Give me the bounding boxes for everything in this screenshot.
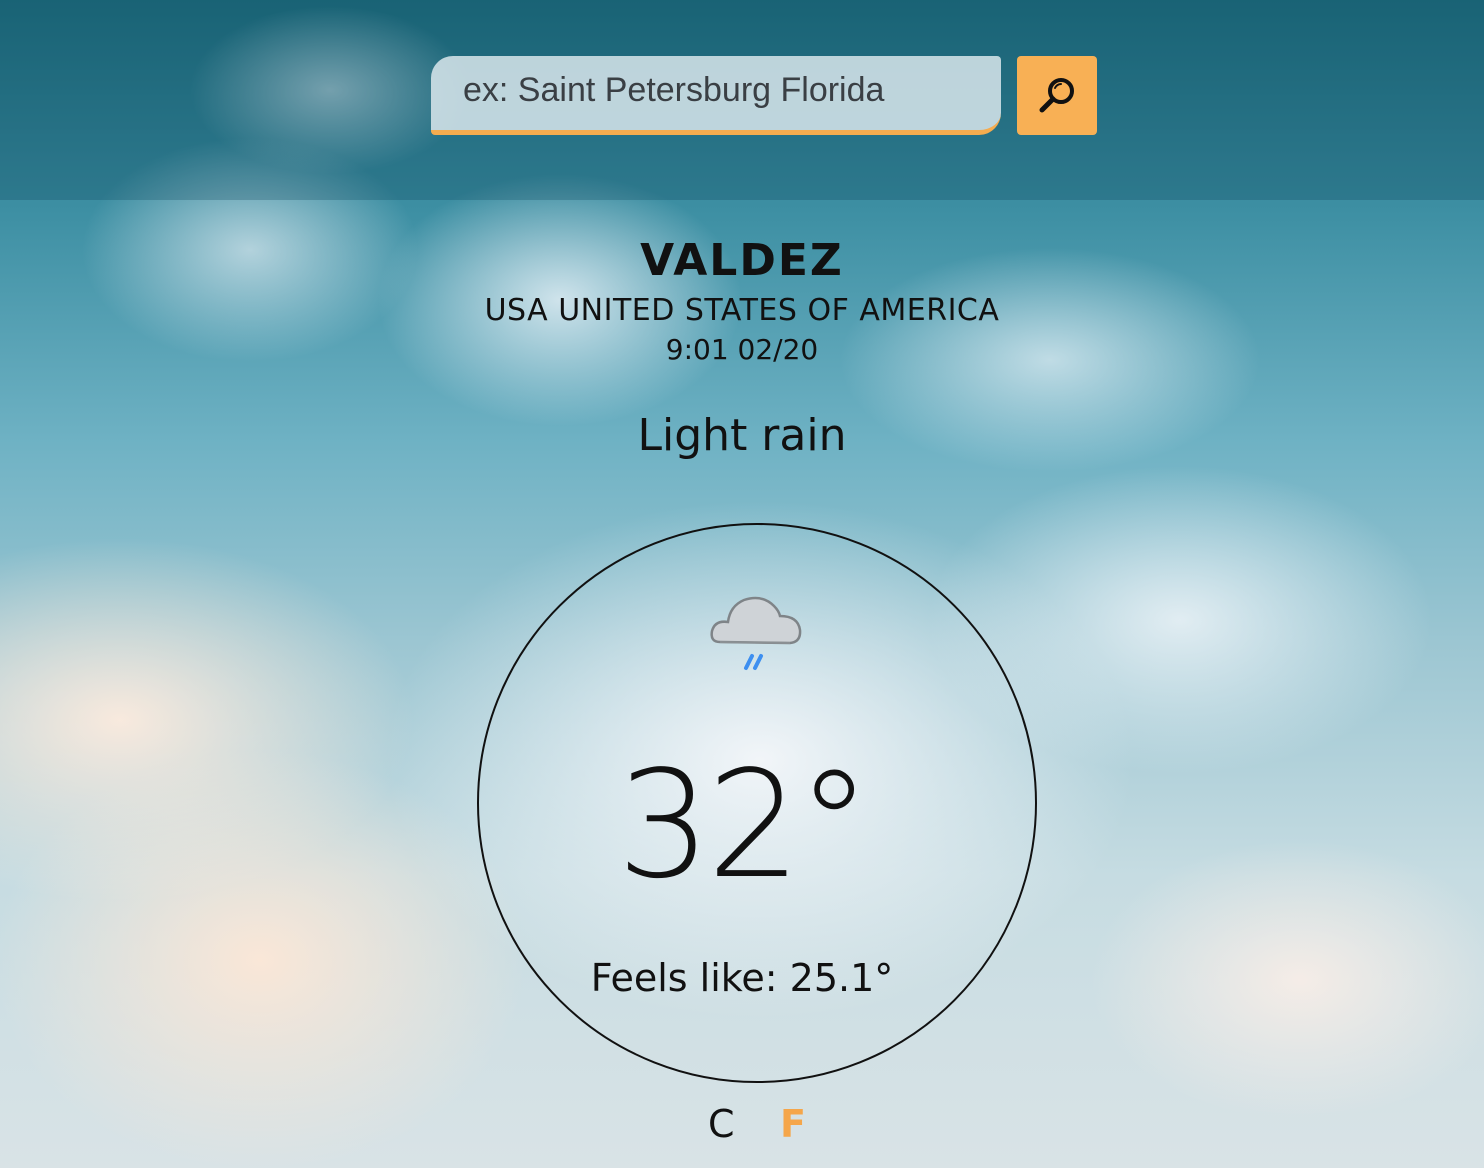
country-name: USA UNITED STATES OF AMERICA: [484, 293, 1000, 328]
search-bar: [431, 56, 1001, 135]
light-rain-icon: [710, 596, 802, 670]
search-input[interactable]: [431, 56, 1001, 135]
location-info: VALDEZ USA UNITED STATES OF AMERICA 9:01…: [0, 230, 1484, 466]
unit-toggle: C F: [700, 1100, 820, 1150]
weather-condition: Light rain: [637, 410, 847, 461]
celsius-toggle[interactable]: C: [708, 1100, 735, 1148]
search-icon: [1039, 77, 1074, 112]
search-button[interactable]: [1017, 56, 1097, 135]
city-name: VALDEZ: [640, 235, 844, 286]
fahrenheit-toggle[interactable]: F: [780, 1100, 806, 1148]
feels-like-temperature: Feels like: 25.1°: [590, 956, 894, 1000]
current-temperature: 32°: [616, 739, 871, 911]
local-datetime: 9:01 02/20: [665, 333, 819, 366]
